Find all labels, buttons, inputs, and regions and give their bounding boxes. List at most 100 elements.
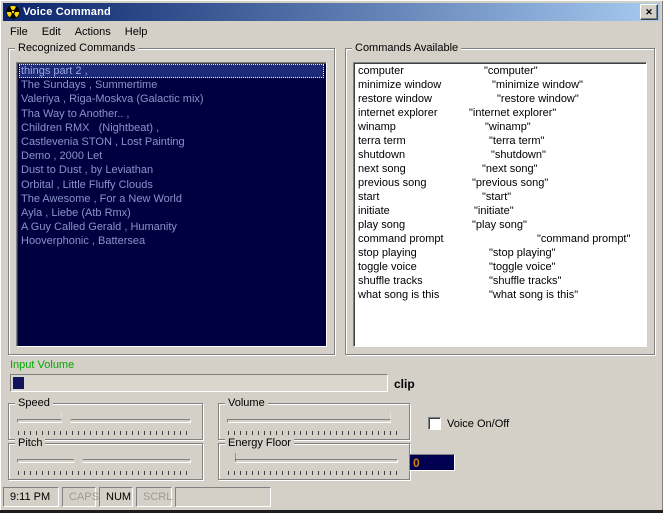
voice-on-off-checkbox[interactable] bbox=[428, 417, 441, 430]
command-phrase: "command prompt" bbox=[537, 233, 631, 245]
recognized-list-item[interactable]: Ayla , Liebe (Atb Rmx) bbox=[19, 206, 324, 220]
status-panel-num: NUM bbox=[99, 487, 133, 507]
recognized-list-item[interactable]: Tha Way to Another.. , bbox=[19, 107, 324, 121]
speed-slider[interactable] bbox=[17, 412, 191, 438]
command-name: shuffle tracks bbox=[358, 275, 423, 287]
speed-slider-ticks bbox=[18, 431, 190, 435]
pitch-slider-channel[interactable] bbox=[17, 459, 191, 463]
command-row[interactable]: initiate "initiate" bbox=[356, 204, 644, 218]
command-phrase: "toggle voice" bbox=[489, 261, 556, 273]
command-row[interactable]: winamp "winamp" bbox=[356, 120, 644, 134]
command-phrase: "initiate" bbox=[474, 205, 514, 217]
speed-slider-thumb[interactable] bbox=[61, 412, 71, 428]
command-name: computer bbox=[358, 65, 404, 77]
volume-slider[interactable] bbox=[227, 412, 400, 438]
pitch-slider-thumb[interactable] bbox=[73, 452, 83, 468]
energy-floor-slider-ticks bbox=[228, 471, 397, 475]
commands-list[interactable]: computer "computer" minimize window "min… bbox=[353, 62, 647, 347]
energy-floor-slider-thumb[interactable] bbox=[226, 452, 236, 468]
menu-item-help[interactable]: Help bbox=[118, 24, 155, 40]
command-name: restore window bbox=[358, 93, 432, 105]
volume-slider-thumb[interactable] bbox=[390, 412, 400, 428]
recognized-list-item[interactable]: The Awesome , For a New World bbox=[19, 192, 324, 206]
command-name: initiate bbox=[358, 205, 390, 217]
commands-available-group: Commands Available computer "computer" m… bbox=[345, 42, 655, 355]
menu-bar: File Edit Actions Help bbox=[3, 23, 154, 40]
status-panel-time: 9:11 PM bbox=[3, 487, 59, 507]
status-panel-scrl: SCRL bbox=[136, 487, 172, 507]
command-name: command prompt bbox=[358, 233, 444, 245]
recognized-list-item[interactable]: The Sundays , Summertime bbox=[19, 78, 324, 92]
speed-slider-channel[interactable] bbox=[17, 419, 191, 423]
recognized-list[interactable]: things part 2 , The Sundays , Summertime V… bbox=[16, 62, 327, 347]
recognized-list-item[interactable]: Valeriya , Riga-Moskva (Galactic mix) bbox=[19, 92, 324, 106]
recognized-list-item[interactable]: things part 2 , bbox=[19, 64, 324, 79]
command-phrase: "restore window" bbox=[497, 93, 579, 105]
command-row[interactable]: what song is this "what song is this" bbox=[356, 288, 644, 302]
command-name: shutdown bbox=[358, 149, 406, 161]
pitch-slider[interactable] bbox=[17, 452, 191, 478]
command-name: play song bbox=[358, 219, 406, 231]
command-name: terra term bbox=[358, 135, 406, 147]
command-phrase: "stop playing" bbox=[489, 247, 556, 259]
energy-floor-slider[interactable] bbox=[226, 452, 398, 478]
recognized-list-item[interactable]: Hooverphonic , Battersea bbox=[19, 234, 324, 248]
input-volume-level bbox=[13, 377, 25, 389]
command-row[interactable]: shutdown "shutdown" bbox=[356, 148, 644, 162]
recognized-list-item[interactable]: Dust to Dust , by Leviathan bbox=[19, 163, 324, 177]
command-name: next song bbox=[358, 163, 406, 175]
command-row[interactable]: stop playing "stop playing" bbox=[356, 246, 644, 260]
command-row[interactable]: computer "computer" bbox=[356, 64, 644, 78]
menu-item-edit[interactable]: Edit bbox=[35, 24, 68, 40]
radiation-icon bbox=[6, 5, 20, 19]
command-phrase: "terra term" bbox=[489, 135, 545, 147]
energy-value-display: 0 bbox=[409, 454, 455, 471]
status-bar: 9:11 PM CAPS NUM SCRL bbox=[3, 486, 660, 509]
recognized-list-item[interactable]: Demo , 2000 Let bbox=[19, 149, 324, 163]
command-phrase: "previous song" bbox=[472, 177, 549, 189]
command-phrase: "what song is this" bbox=[489, 289, 579, 301]
command-phrase: "internet explorer" bbox=[469, 107, 557, 119]
command-row[interactable]: previous song "previous song" bbox=[356, 176, 644, 190]
volume-group: Volume bbox=[218, 397, 410, 440]
voice-command-window: Voice Command ✕ File Edit Actions Help Reco… bbox=[0, 0, 663, 513]
command-name: winamp bbox=[358, 121, 396, 133]
menu-item-file[interactable]: File bbox=[3, 24, 35, 40]
command-row[interactable]: next song "next song" bbox=[356, 162, 644, 176]
command-row[interactable]: toggle voice "toggle voice" bbox=[356, 260, 644, 274]
energy-floor-slider-channel[interactable] bbox=[227, 459, 398, 463]
volume-slider-channel[interactable] bbox=[227, 419, 398, 423]
command-name: previous song bbox=[358, 177, 427, 189]
command-name: start bbox=[358, 191, 380, 203]
command-row[interactable]: shuffle tracks "shuffle tracks" bbox=[356, 274, 644, 288]
command-row[interactable]: restore window "restore window" bbox=[356, 92, 644, 106]
command-row[interactable]: command prompt "command prompt" bbox=[356, 232, 644, 246]
recognized-list-item[interactable]: Children RMX (Nightbeat) , bbox=[19, 121, 324, 135]
command-name: what song is this bbox=[358, 289, 440, 301]
menu-item-actions[interactable]: Actions bbox=[68, 24, 118, 40]
command-name: toggle voice bbox=[358, 261, 417, 273]
recognized-list-item[interactable]: Orbital , Little Fluffy Clouds bbox=[19, 178, 324, 192]
voice-on-off-label: Voice On/Off bbox=[447, 418, 510, 430]
speed-group: Speed bbox=[8, 397, 203, 440]
command-row[interactable]: internet explorer "internet explorer" bbox=[356, 106, 644, 120]
command-phrase: "start" bbox=[482, 191, 512, 203]
recognized-list-item[interactable]: Castlevenia STON , Lost Painting bbox=[19, 135, 324, 149]
command-row[interactable]: terra term "terra term" bbox=[356, 134, 644, 148]
command-phrase: "minimize window" bbox=[492, 79, 583, 91]
command-name: minimize window bbox=[358, 79, 442, 91]
volume-label: Volume bbox=[225, 397, 268, 409]
input-volume-meter bbox=[10, 374, 388, 392]
command-row[interactable]: play song "play song" bbox=[356, 218, 644, 232]
command-phrase: "next song" bbox=[482, 163, 538, 175]
status-panel-caps: CAPS bbox=[62, 487, 99, 507]
recognized-commands-group: Recognized Commands things part 2 , The S… bbox=[8, 42, 335, 355]
recognized-list-item[interactable]: A Guy Called Gerald , Humanity bbox=[19, 220, 324, 234]
energy-floor-group: Energy Floor bbox=[218, 437, 410, 480]
command-phrase: "play song" bbox=[472, 219, 527, 231]
commands-available-label: Commands Available bbox=[352, 42, 462, 54]
close-button[interactable]: ✕ bbox=[640, 4, 658, 20]
command-row[interactable]: start "start" bbox=[356, 190, 644, 204]
command-row[interactable]: minimize window "minimize window" bbox=[356, 78, 644, 92]
input-volume-label: Input Volume bbox=[10, 359, 75, 371]
